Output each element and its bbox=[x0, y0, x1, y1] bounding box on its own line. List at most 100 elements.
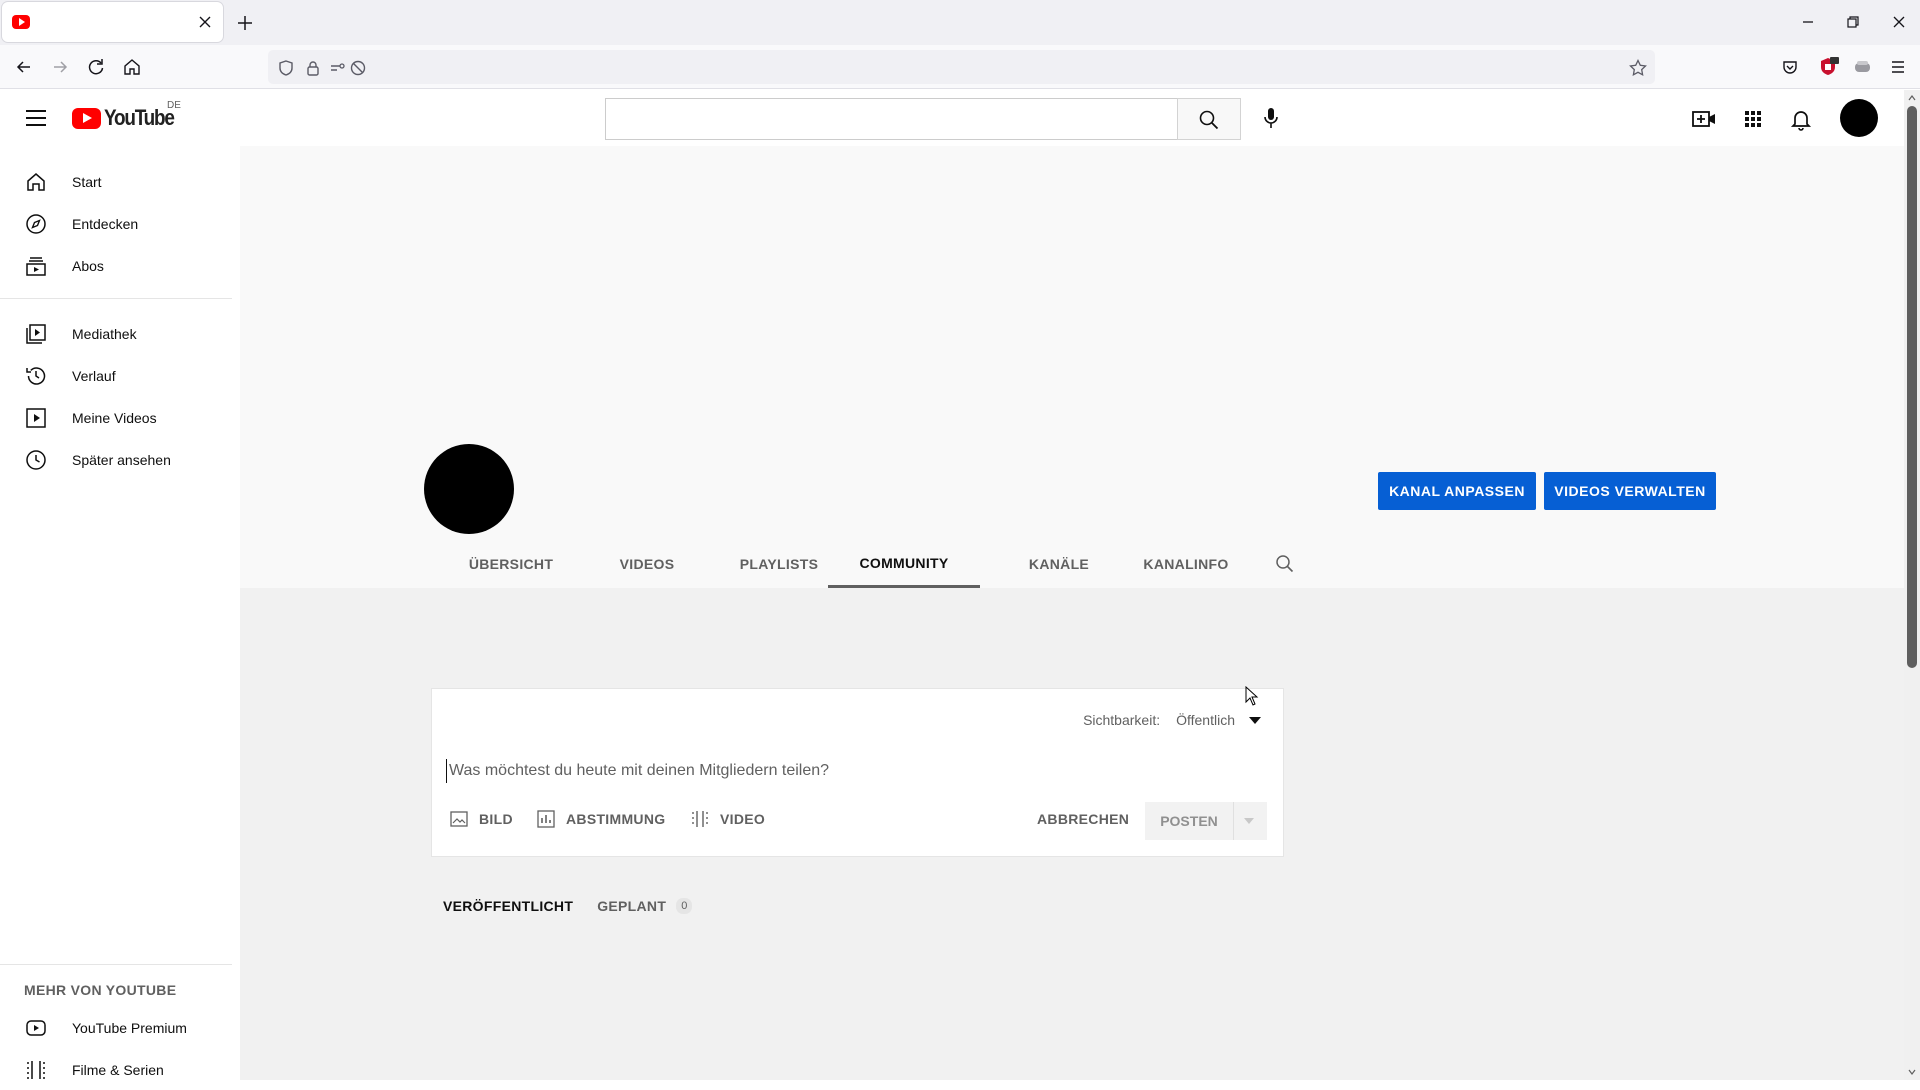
scheduled-count-badge: 0 bbox=[676, 898, 693, 914]
sidebar-item-youtube-premium[interactable]: YouTube Premium bbox=[0, 1008, 232, 1048]
sidebar-divider bbox=[0, 964, 232, 965]
main-content: KANAL ANPASSEN VIDEOS VERWALTEN ÜBERSICH… bbox=[240, 146, 1904, 1080]
post-button-separator bbox=[1233, 802, 1234, 840]
cancel-button[interactable]: ABBRECHEN bbox=[1037, 806, 1129, 832]
sidebar-item-filme-serien[interactable]: Filme & Serien bbox=[0, 1050, 232, 1090]
sidebar-section-title: MEHR VON YOUTUBE bbox=[24, 982, 177, 998]
search-box[interactable] bbox=[605, 98, 1241, 140]
create-video-icon[interactable] bbox=[1689, 104, 1719, 134]
youtube-logo[interactable]: YouTube DE bbox=[72, 100, 185, 130]
voice-search-icon[interactable] bbox=[1255, 102, 1287, 134]
library-icon bbox=[26, 324, 46, 344]
close-window-icon[interactable] bbox=[1884, 8, 1914, 36]
browser-tab[interactable] bbox=[2, 2, 223, 42]
dropdown-caret-icon bbox=[1249, 716, 1261, 724]
browser-tab-strip bbox=[0, 0, 1920, 45]
visibility-selector[interactable]: Sichtbarkeit: Öffentlich bbox=[1083, 712, 1261, 728]
sidebar-item-label: Mediathek bbox=[72, 326, 137, 342]
channel-tabs: ÜBERSICHT VIDEOS PLAYLISTS COMMUNITY KAN… bbox=[240, 540, 1904, 588]
subscriptions-icon bbox=[26, 257, 46, 276]
close-tab-icon[interactable] bbox=[193, 10, 217, 34]
visibility-value: Öffentlich bbox=[1176, 712, 1235, 728]
customize-channel-button[interactable]: KANAL ANPASSEN bbox=[1378, 472, 1536, 510]
sidebar-item-entdecken[interactable]: Entdecken bbox=[0, 204, 232, 244]
autoplay-blocked-icon[interactable] bbox=[348, 58, 368, 78]
add-image-button[interactable]: BILD bbox=[449, 806, 513, 832]
add-image-label: BILD bbox=[479, 811, 513, 827]
tab-kanalinfo[interactable]: KANALINFO bbox=[1120, 540, 1252, 588]
forward-icon[interactable] bbox=[46, 53, 74, 81]
extension-icon[interactable] bbox=[1848, 53, 1876, 81]
scroll-down-icon[interactable] bbox=[1908, 1068, 1916, 1076]
sidebar-item-spaeter-ansehen[interactable]: Später ansehen bbox=[0, 440, 232, 480]
post-options-caret-icon[interactable] bbox=[1244, 818, 1254, 824]
sidebar-item-verlauf[interactable]: Verlauf bbox=[0, 356, 232, 396]
tracking-shield-icon[interactable] bbox=[276, 58, 296, 78]
manage-videos-button[interactable]: VIDEOS VERWALTEN bbox=[1544, 472, 1716, 510]
sidebar-item-label: Start bbox=[72, 174, 102, 190]
reload-icon[interactable] bbox=[82, 53, 110, 81]
visibility-label: Sichtbarkeit: bbox=[1083, 712, 1161, 728]
sidebar-item-label: Entdecken bbox=[72, 216, 139, 232]
home-browser-icon[interactable] bbox=[118, 53, 146, 81]
search-icon bbox=[1199, 110, 1219, 130]
sidebar-item-label: Filme & Serien bbox=[72, 1062, 164, 1078]
channel-search-icon[interactable] bbox=[1274, 553, 1296, 575]
new-tab-button[interactable] bbox=[232, 10, 258, 36]
restore-icon[interactable] bbox=[1838, 8, 1868, 36]
add-poll-button[interactable]: ABSTIMMUNG bbox=[536, 806, 665, 832]
tab-kanaele[interactable]: KANÄLE bbox=[998, 540, 1120, 588]
post-status-tabs: VERÖFFENTLICHT GEPLANT 0 bbox=[443, 898, 693, 914]
sidebar-item-label: Abos bbox=[72, 258, 104, 274]
extension-shield-icon[interactable] bbox=[1814, 53, 1842, 81]
browser-navigation-bar bbox=[0, 45, 1920, 89]
menu-hamburger-icon[interactable] bbox=[22, 106, 50, 130]
channel-avatar[interactable] bbox=[424, 444, 514, 534]
add-video-button[interactable]: VIDEO bbox=[690, 806, 765, 832]
tab-uebersicht[interactable]: ÜBERSICHT bbox=[448, 540, 574, 588]
sidebar-item-abos[interactable]: Abos bbox=[0, 246, 232, 286]
add-video-label: VIDEO bbox=[720, 811, 766, 827]
home-icon bbox=[27, 173, 45, 191]
youtube-header: YouTube DE bbox=[0, 90, 1904, 146]
minimize-icon[interactable] bbox=[1793, 8, 1823, 36]
search-button[interactable] bbox=[1177, 98, 1241, 140]
youtube-logo-icon bbox=[72, 107, 101, 129]
apps-grid-icon[interactable] bbox=[1738, 104, 1768, 134]
permissions-icon[interactable] bbox=[328, 58, 348, 78]
scroll-up-icon[interactable] bbox=[1908, 94, 1916, 102]
page-scrollbar[interactable] bbox=[1904, 90, 1920, 1080]
search-input[interactable] bbox=[614, 107, 1134, 131]
lock-icon[interactable] bbox=[303, 58, 323, 78]
history-icon bbox=[26, 367, 46, 385]
post-button[interactable]: POSTEN bbox=[1145, 802, 1267, 840]
scrollbar-thumb[interactable] bbox=[1907, 106, 1917, 668]
tab-community[interactable]: COMMUNITY bbox=[828, 540, 980, 588]
sidebar-item-start[interactable]: Start bbox=[0, 162, 232, 202]
mouse-cursor-icon bbox=[1245, 686, 1259, 706]
account-avatar[interactable] bbox=[1840, 99, 1878, 137]
watch-later-icon bbox=[26, 450, 46, 470]
tab-playlists[interactable]: PLAYLISTS bbox=[714, 540, 844, 588]
post-text-input[interactable] bbox=[446, 759, 1266, 783]
sidebar-item-label: Verlauf bbox=[72, 368, 116, 384]
youtube-logo-text: YouTube bbox=[104, 105, 175, 130]
pocket-icon[interactable] bbox=[1776, 53, 1804, 81]
post-button-label: POSTEN bbox=[1160, 813, 1218, 829]
sidebar-item-mediathek[interactable]: Mediathek bbox=[0, 314, 232, 354]
sidebar-item-label: YouTube Premium bbox=[72, 1020, 187, 1036]
compass-icon bbox=[26, 214, 46, 234]
bookmark-star-icon[interactable] bbox=[1628, 58, 1648, 78]
tab-published[interactable]: VERÖFFENTLICHT bbox=[443, 898, 573, 914]
sidebar-item-label: Meine Videos bbox=[72, 410, 157, 426]
notifications-bell-icon[interactable] bbox=[1786, 104, 1816, 134]
tab-scheduled[interactable]: GEPLANT bbox=[597, 898, 666, 914]
country-code: DE bbox=[167, 100, 181, 111]
sidebar-divider bbox=[0, 298, 232, 299]
tab-videos[interactable]: VIDEOS bbox=[598, 540, 696, 588]
browser-menu-icon[interactable] bbox=[1884, 53, 1912, 81]
back-icon[interactable] bbox=[10, 53, 38, 81]
address-bar[interactable] bbox=[268, 50, 1655, 84]
sidebar-item-meine-videos[interactable]: Meine Videos bbox=[0, 398, 232, 438]
add-poll-label: ABSTIMMUNG bbox=[566, 811, 666, 827]
